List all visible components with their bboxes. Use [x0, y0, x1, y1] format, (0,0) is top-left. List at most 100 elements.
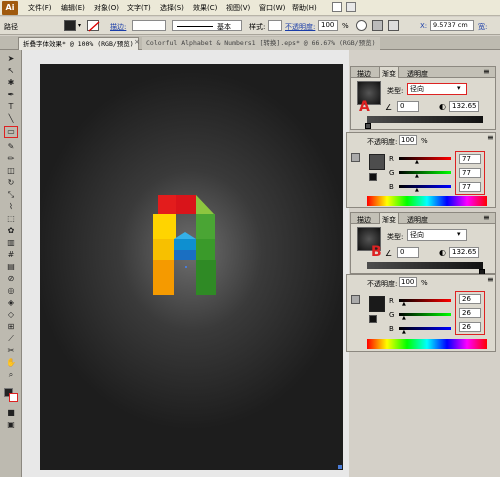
- r-slider-handle[interactable]: ▲: [415, 159, 419, 165]
- scale-tool-icon[interactable]: ⤡: [5, 190, 17, 200]
- align-icon[interactable]: [372, 20, 383, 31]
- gradient-slider-bar[interactable]: [367, 262, 483, 269]
- x-field[interactable]: 9.5737 cm: [430, 20, 474, 31]
- b-field[interactable]: 77: [459, 182, 481, 192]
- style-swatch[interactable]: [268, 20, 282, 31]
- opacity-field[interactable]: 100: [399, 277, 417, 287]
- paintbrush-tool-icon[interactable]: ✎: [5, 142, 17, 152]
- menu-select[interactable]: 选择(S): [160, 3, 184, 13]
- menu-effect[interactable]: 效果(C): [193, 3, 217, 13]
- arrange-icon[interactable]: [346, 2, 356, 12]
- blend-tool-icon[interactable]: ◎: [5, 286, 17, 296]
- angle-field[interactable]: 0: [397, 101, 419, 112]
- g-slider[interactable]: [399, 313, 451, 316]
- tab-colorful-alphabet[interactable]: Colorful Alphabet & Numbers1 [转换].eps* @…: [142, 37, 380, 50]
- pencil-tool-icon[interactable]: ✏: [5, 154, 17, 164]
- fill-swatch[interactable]: [64, 20, 76, 31]
- g-slider-handle[interactable]: ▲: [415, 173, 419, 179]
- magic-wand-tool-icon[interactable]: ✱: [5, 78, 17, 88]
- fill-dropdown-icon[interactable]: ▾: [78, 23, 84, 29]
- r-slider[interactable]: [399, 299, 451, 302]
- opacity-label[interactable]: 不透明度:: [285, 22, 315, 32]
- menu-file[interactable]: 文件(F): [28, 3, 52, 13]
- panel-menu-icon[interactable]: ≡: [483, 213, 490, 222]
- fill-toggle-icon[interactable]: [351, 153, 360, 162]
- stroke-color-swatch[interactable]: [9, 393, 18, 402]
- menu-type[interactable]: 文字(T): [127, 3, 151, 13]
- panel-menu-icon[interactable]: ≡: [487, 133, 494, 142]
- screen-mode-icon[interactable]: ▣: [5, 420, 17, 430]
- pen-tool-icon[interactable]: ✒: [5, 90, 17, 100]
- tab-fold-text-effect[interactable]: 折叠字体效果* @ 100% (RGB/预览): [18, 37, 139, 50]
- g-slider[interactable]: [399, 171, 451, 174]
- tab-stroke[interactable]: 描边: [357, 215, 371, 225]
- fill-toggle-icon[interactable]: [351, 295, 360, 304]
- r-slider[interactable]: [399, 157, 451, 160]
- stroke-swatch[interactable]: [87, 20, 100, 32]
- folded-letter-a[interactable]: [40, 64, 343, 470]
- color-mode-icon[interactable]: ■: [5, 408, 17, 418]
- ratio-field[interactable]: 132.65: [449, 247, 479, 258]
- type-tool-icon[interactable]: T: [5, 102, 17, 112]
- artboard-corner-handle[interactable]: [338, 465, 342, 469]
- panel-menu-icon[interactable]: ≡: [483, 67, 490, 76]
- menu-edit[interactable]: 编辑(E): [61, 3, 85, 13]
- close-tab-icon[interactable]: ×: [134, 38, 140, 46]
- angle-field[interactable]: 0: [397, 247, 419, 258]
- color-swatch[interactable]: [369, 296, 385, 312]
- color-swatch[interactable]: [369, 154, 385, 170]
- rectangle-tool-icon[interactable]: ▭: [4, 126, 18, 138]
- menu-object[interactable]: 对象(O): [94, 3, 119, 13]
- gradient-slider-bar[interactable]: [367, 116, 483, 123]
- tab-gradient[interactable]: 渐变: [379, 213, 399, 224]
- g-slider-handle[interactable]: ▲: [402, 315, 406, 321]
- graph-tool-icon[interactable]: ▥: [5, 238, 17, 248]
- stroke-label[interactable]: 描边:: [110, 22, 126, 32]
- color-spectrum[interactable]: [367, 196, 487, 206]
- r-field[interactable]: 26: [459, 294, 481, 304]
- bridge-icon[interactable]: [332, 2, 342, 12]
- menu-view[interactable]: 视图(V): [226, 3, 250, 13]
- selection-tool-icon[interactable]: ➤: [5, 54, 17, 64]
- gradient-center-point[interactable]: [185, 266, 187, 268]
- gradient-stop-start[interactable]: [365, 123, 371, 129]
- crop-area-tool-icon[interactable]: ⊞: [5, 322, 17, 332]
- line-tool-icon[interactable]: ╲: [5, 114, 17, 124]
- g-field[interactable]: 26: [459, 308, 481, 318]
- b-slider-handle[interactable]: ▲: [402, 329, 406, 335]
- tab-transparency[interactable]: 透明度: [407, 69, 428, 79]
- menu-help[interactable]: 帮助(H): [292, 3, 317, 13]
- symbol-sprayer-tool-icon[interactable]: ✿: [5, 226, 17, 236]
- zoom-tool-icon[interactable]: ⌕: [5, 370, 17, 380]
- tab-stroke[interactable]: 描边: [357, 69, 371, 79]
- eraser-tool-icon[interactable]: ◫: [5, 166, 17, 176]
- g-field[interactable]: 77: [459, 168, 481, 178]
- slice-tool-icon[interactable]: ⟋: [5, 334, 17, 344]
- warp-tool-icon[interactable]: ⌇: [5, 202, 17, 212]
- b-slider[interactable]: [399, 327, 451, 330]
- rotate-tool-icon[interactable]: ↻: [5, 178, 17, 188]
- recolor-icon[interactable]: [356, 20, 367, 31]
- opacity-field[interactable]: 100: [318, 20, 338, 31]
- scissors-tool-icon[interactable]: ✂: [5, 346, 17, 356]
- tab-transparency[interactable]: 透明度: [407, 215, 428, 225]
- live-paint-selection-tool-icon[interactable]: ◇: [5, 310, 17, 320]
- live-paint-tool-icon[interactable]: ◈: [5, 298, 17, 308]
- menu-window[interactable]: 窗口(W): [259, 3, 285, 13]
- tab-gradient[interactable]: 渐变: [379, 67, 399, 78]
- color-spectrum[interactable]: [367, 339, 487, 349]
- stroke-weight-field[interactable]: [132, 20, 166, 31]
- b-slider[interactable]: [399, 185, 451, 188]
- hand-tool-icon[interactable]: ✋: [5, 358, 17, 368]
- b-field[interactable]: 26: [459, 322, 481, 332]
- direct-selection-tool-icon[interactable]: ↖: [5, 66, 17, 76]
- eyedropper-tool-icon[interactable]: ⊘: [5, 274, 17, 284]
- panel-menu-icon[interactable]: ≡: [487, 275, 494, 284]
- ratio-field[interactable]: 132.65: [449, 101, 479, 112]
- free-transform-tool-icon[interactable]: ⬚: [5, 214, 17, 224]
- transform-icon[interactable]: [388, 20, 399, 31]
- artboard[interactable]: [40, 64, 343, 470]
- r-slider-handle[interactable]: ▲: [402, 301, 406, 307]
- stroke-swatch[interactable]: [369, 173, 377, 181]
- gradient-tool-icon[interactable]: ▤: [5, 262, 17, 272]
